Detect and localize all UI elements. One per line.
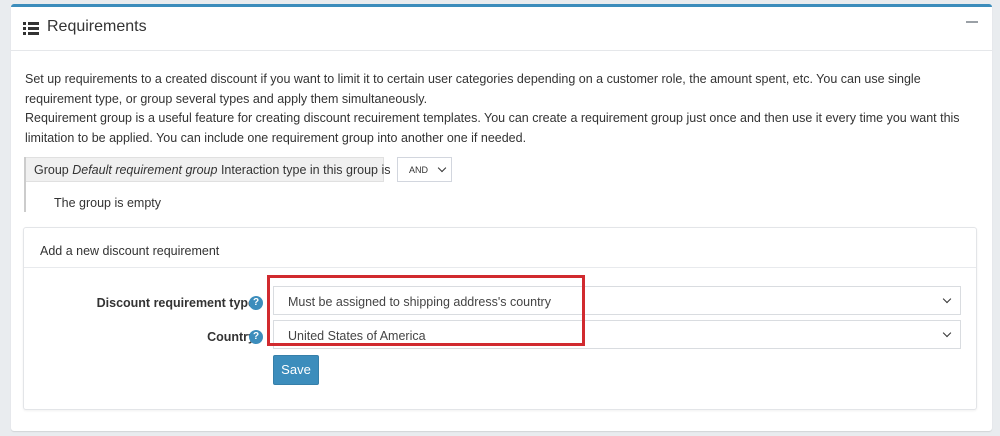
interaction-type-value: AND [409,165,429,175]
card-title: Requirements [47,18,147,35]
add-requirement-header: Add a new discount requirement [24,228,976,268]
chevron-down-icon [942,328,952,338]
question-circle-icon[interactable]: ? [249,330,263,344]
minus-icon[interactable] [966,21,978,23]
interaction-label: Interaction type in this group is [220,163,391,177]
country-label: Country [207,330,255,344]
card-header: Requirements [11,7,992,51]
save-button[interactable]: Save [273,355,319,385]
group-label: Group Default requirement group Interact… [34,163,391,177]
intro-paragraph-2: Requirement group is a useful feature fo… [25,111,960,145]
intro-paragraph-1: Set up requirements to a created discoun… [25,72,921,106]
highlight-box [267,275,585,346]
chevron-down-icon [437,163,447,173]
group-header: Group Default requirement group Interact… [26,157,391,182]
intro-text: Set up requirements to a created discoun… [25,70,980,148]
interaction-type-select[interactable]: AND [397,157,452,182]
requirement-group: Group Default requirement group Interact… [24,157,974,213]
requirement-type-label: Discount requirement type [96,296,255,310]
group-empty-text: The group is empty [54,196,161,210]
chevron-down-icon [942,294,952,304]
list-icon [23,22,39,36]
add-requirement-title: Add a new discount requirement [40,244,220,258]
group-prefix: Group [34,163,69,177]
question-circle-icon[interactable]: ? [249,296,263,310]
requirements-card: Requirements Set up requirements to a cr… [11,4,992,431]
group-name: Default requirement group [72,163,218,177]
